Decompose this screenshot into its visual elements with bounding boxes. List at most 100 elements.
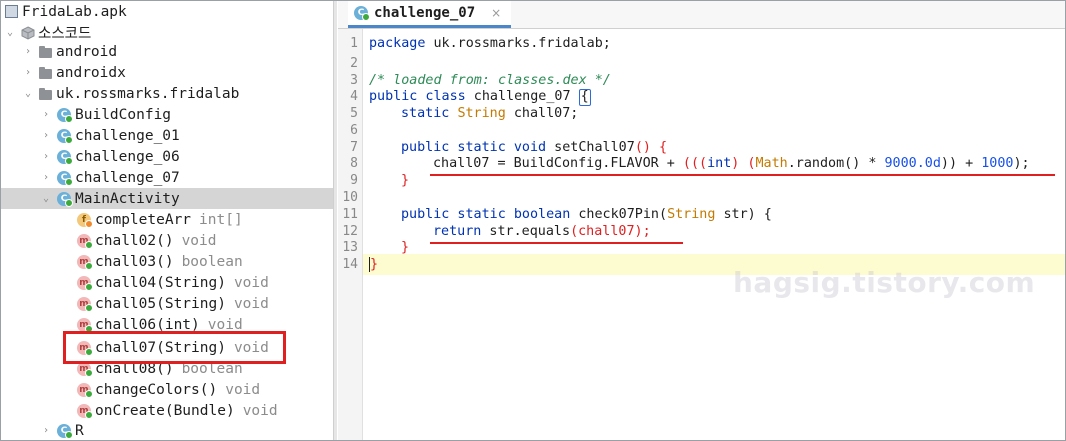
tree-node-challenge-07[interactable]: › C challenge_07	[1, 167, 333, 188]
chevron-right-icon[interactable]: ›	[41, 151, 51, 162]
tree-node-type: void	[233, 295, 269, 312]
tree-node-method-chall03[interactable]: m chall03() boolean	[1, 251, 333, 272]
class-icon: C	[354, 6, 370, 21]
tree-node-challenge-06[interactable]: › C challenge_06	[1, 146, 333, 167]
panel-splitter[interactable]	[333, 1, 337, 440]
tree-node-method-chall04[interactable]: m chall04(String) void	[1, 272, 333, 293]
tree-node-label: chall05(String)	[95, 295, 226, 312]
code-line-14: }	[369, 254, 379, 275]
field-name: chall07;	[505, 106, 579, 121]
keyword: public static boolean	[401, 207, 571, 222]
method-icon: m	[77, 317, 93, 333]
chevron-down-icon[interactable]: ⌄	[41, 193, 51, 204]
code-editor[interactable]: C challenge_07 × 1 2 3 4 5 6 7 8 9 10 11…	[338, 1, 1065, 440]
tree-node-label: chall02()	[95, 232, 174, 249]
project-tree[interactable]: FridaLab.apk ⌄ 소스코드 › android › androidx…	[1, 1, 333, 440]
method-icon: m	[77, 296, 93, 312]
matched-brace: {	[578, 89, 591, 106]
code-line-1: package uk.rossmarks.fridalab;	[369, 33, 611, 54]
package-icon	[39, 45, 52, 58]
tree-node-fridalab-package[interactable]: ⌄ uk.rossmarks.fridalab	[1, 83, 333, 104]
package-icon	[39, 87, 52, 100]
code-line-12: return str.equals(chall07);	[433, 221, 651, 242]
paren: (((	[682, 156, 708, 171]
chevron-down-icon[interactable]: ⌄	[23, 88, 33, 99]
brace: }	[401, 173, 410, 188]
package-name: uk.rossmarks.fridalab;	[425, 36, 611, 51]
watermark: hagsig.tistory.com	[733, 266, 1036, 299]
code-text: str.equals	[481, 224, 571, 239]
type-name: String	[457, 106, 506, 121]
tree-node-label: 소스코드	[38, 26, 92, 42]
chevron-right-icon[interactable]: ›	[41, 109, 51, 120]
keyword: return	[433, 224, 482, 239]
tab-challenge-07[interactable]: C challenge_07 ×	[348, 1, 512, 28]
method-name: check07Pin(	[570, 207, 668, 222]
tree-node-label: MainActivity	[75, 190, 180, 207]
tree-node-label: challenge_07	[75, 169, 180, 186]
tree-node-label: changeColors()	[95, 381, 218, 398]
type-name: String	[667, 207, 716, 222]
tree-node-method-chall02[interactable]: m chall02() void	[1, 230, 333, 251]
tree-node-method-chall05[interactable]: m chall05(String) void	[1, 293, 333, 314]
tree-node-buildconfig[interactable]: › C BuildConfig	[1, 104, 333, 125]
chevron-right-icon[interactable]: ›	[41, 172, 51, 183]
tree-node-label: chall04(String)	[95, 274, 226, 291]
tree-node-android[interactable]: › android	[1, 41, 333, 62]
package-icon	[39, 66, 52, 79]
tree-node-apk[interactable]: FridaLab.apk	[1, 1, 333, 22]
class-icon: C	[57, 423, 73, 439]
tree-node-method-changecolors[interactable]: m changeColors() void	[1, 379, 333, 400]
method-icon: m	[77, 382, 93, 398]
tree-node-label: R	[75, 422, 84, 439]
chevron-right-icon[interactable]: ›	[41, 130, 51, 141]
chevron-down-icon[interactable]: ⌄	[5, 27, 15, 38]
tab-label: challenge_07	[374, 5, 476, 21]
tree-node-r[interactable]: › C R	[1, 420, 333, 440]
chevron-right-icon[interactable]: ›	[41, 425, 51, 436]
method-icon: m	[77, 233, 93, 249]
number: 9000.0d	[884, 156, 941, 171]
line-number-gutter: 1 2 3 4 5 6 7 8 9 10 11 12 13 14	[338, 29, 363, 440]
highlight-underline	[430, 174, 1055, 176]
chevron-right-icon[interactable]: ›	[23, 67, 33, 78]
tree-node-label: challenge_06	[75, 148, 180, 165]
tree-node-label: onCreate(Bundle)	[95, 402, 235, 419]
paren: ) (	[731, 156, 756, 171]
class-icon: C	[57, 149, 73, 165]
method-icon: m	[77, 275, 93, 291]
code-line-5: static String chall07;	[401, 103, 578, 124]
highlight-box	[63, 331, 286, 364]
code-text: (chall07);	[570, 224, 651, 239]
keyword: int	[707, 156, 732, 171]
highlight-underline	[430, 242, 683, 244]
tree-node-label: challenge_01	[75, 127, 180, 144]
tree-node-challenge-01[interactable]: › C challenge_01	[1, 125, 333, 146]
closing-brace: }	[369, 257, 379, 272]
code-area[interactable]: package uk.rossmarks.fridalab; /* loaded…	[363, 29, 1065, 440]
tree-node-type: int[]	[199, 211, 243, 228]
keyword: public class	[369, 89, 466, 104]
keyword: static	[401, 106, 450, 121]
code-text: .random() *	[787, 156, 885, 171]
tree-node-label: uk.rossmarks.fridalab	[56, 85, 240, 102]
keyword: package	[369, 36, 426, 51]
tree-node-mainactivity[interactable]: ⌄ C MainActivity	[1, 188, 333, 209]
code-line-9: }	[401, 170, 409, 191]
code-text: );	[1013, 156, 1030, 171]
tree-node-androidx[interactable]: › androidx	[1, 62, 333, 83]
tree-node-label: BuildConfig	[75, 106, 172, 123]
chevron-right-icon[interactable]: ›	[23, 46, 33, 57]
method-icon: m	[77, 403, 93, 419]
line-number: 1	[350, 36, 358, 51]
tree-node-field-completearr[interactable]: f completeArr int[]	[1, 209, 333, 230]
tree-node-source[interactable]: ⌄ 소스코드	[1, 22, 333, 43]
tree-node-label: androidx	[56, 64, 126, 81]
close-icon[interactable]: ×	[491, 6, 501, 20]
class-name: challenge_07	[465, 89, 579, 104]
number: 1000	[981, 156, 1014, 171]
code-text: )) +	[940, 156, 982, 171]
tree-node-label: completeArr	[95, 211, 192, 228]
code-text: chall07 = BuildConfig.FLAVOR +	[433, 156, 683, 171]
tree-node-method-oncreate[interactable]: m onCreate(Bundle) void	[1, 400, 333, 421]
